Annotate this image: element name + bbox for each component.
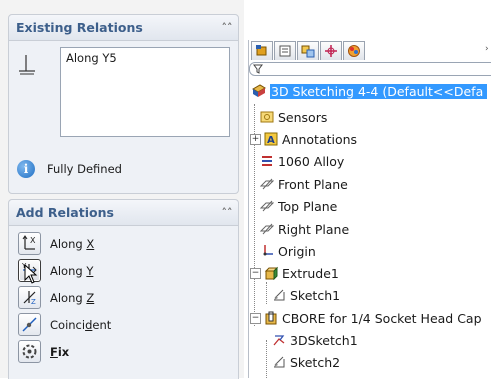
part-icon [251, 83, 267, 99]
manager-tabs [251, 41, 366, 61]
existing-relations-list[interactable]: Along Y5 [60, 47, 230, 137]
relation-icon [17, 53, 37, 75]
add-relations-title: Add Relations [16, 205, 114, 220]
collapse-tree-icon[interactable]: − [250, 267, 261, 279]
tree-item-label: Annotations [282, 131, 358, 147]
tree-item-front-plane[interactable]: Front Plane [259, 174, 348, 194]
coincident-label: Coincident [50, 317, 112, 332]
along-x-label: Along X [50, 236, 95, 251]
coincident-icon[interactable] [18, 313, 41, 336]
svg-text:Z: Z [31, 298, 36, 306]
existing-relations-title: Existing Relations [16, 20, 143, 35]
tree-item-label: 3DSketch1 [290, 332, 358, 348]
info-icon: i [17, 160, 35, 178]
display-manager-tab[interactable] [343, 41, 365, 60]
tree-item-label: Sketch1 [290, 287, 341, 303]
configuration-icon [301, 45, 315, 58]
coincident-option[interactable]: Coincident [18, 313, 111, 336]
collapse-icon[interactable]: ˄˄ [216, 206, 238, 219]
filter-icon [253, 64, 263, 74]
feature-manager-tab[interactable] [251, 41, 273, 60]
property-manager-tab[interactable] [274, 41, 296, 60]
plane-icon [259, 176, 275, 192]
along-z-icon[interactable]: Z [18, 286, 41, 309]
tree-item-sketch1[interactable]: Sketch1 [271, 285, 340, 305]
existing-relations-group: Existing Relations ˄˄ Along Y5 i Fully D… [8, 14, 239, 194]
root-label: 3D Sketching 4-4 (Default<<Defa [270, 83, 488, 99]
plane-icon [259, 221, 275, 237]
along-z-label: Along Z [50, 290, 95, 305]
collapse-tree-icon[interactable]: − [250, 312, 261, 324]
collapse-icon[interactable]: ˄˄ [216, 21, 238, 34]
sensors-icon [259, 109, 275, 125]
tree-item-cbore[interactable]: − CBORE for 1/4 Socket Head Cap [250, 308, 482, 328]
tree-item-origin[interactable]: Origin [259, 241, 316, 261]
sketch-icon [271, 354, 287, 370]
tree-item-sensors[interactable]: Sensors [259, 107, 327, 127]
mouse-cursor-icon [24, 264, 38, 284]
status-row: i Fully Defined [17, 160, 122, 178]
dimxpert-icon [325, 45, 337, 57]
add-relations-group: Add Relations ˄˄ X Along X Y Along Y Z A… [8, 199, 239, 379]
along-y-label: Along Y [50, 263, 94, 278]
origin-icon [259, 243, 275, 259]
dimxpert-tab[interactable] [320, 41, 342, 60]
tree-connector [266, 340, 267, 378]
svg-text:A: A [267, 135, 275, 146]
fix-icon[interactable] [18, 340, 41, 363]
tree-item-label: Origin [278, 243, 316, 259]
fix-option[interactable]: Fix [18, 340, 69, 363]
fix-label: Fix [50, 344, 70, 359]
plane-icon [259, 198, 275, 214]
relation-item[interactable]: Along Y5 [66, 51, 224, 65]
sketch-icon [271, 287, 287, 303]
tree-item-3dsketch1[interactable]: 3DSketch1 [271, 330, 358, 350]
material-icon [259, 153, 275, 169]
svg-text:X: X [30, 236, 36, 245]
feature-manager-tree: › 3D Sketching 4-4 (Default<<Defa Sensor… [248, 40, 491, 378]
tree-item-material[interactable]: 1060 Alloy [259, 151, 344, 171]
display-manager-icon [348, 45, 360, 57]
along-x-icon[interactable]: X [18, 232, 41, 255]
add-relations-header[interactable]: Add Relations ˄˄ [9, 200, 238, 226]
tree-item-right-plane[interactable]: Right Plane [259, 219, 349, 239]
tree-item-label: Extrude1 [282, 265, 339, 281]
tree-item-extrude1[interactable]: − Extrude1 [250, 263, 339, 283]
tree-item-label: 1060 Alloy [278, 153, 345, 169]
tree-item-annotations[interactable]: + A Annotations [250, 129, 357, 149]
feature-manager-icon [256, 45, 267, 56]
property-manager-icon [279, 45, 291, 57]
extrude-icon [263, 265, 279, 281]
tree-item-label: Top Plane [278, 198, 338, 214]
tree-item-sketch2[interactable]: Sketch2 [271, 352, 340, 372]
configuration-manager-tab[interactable] [297, 41, 319, 60]
along-z-option[interactable]: Z Along Z [18, 286, 94, 309]
tree-root[interactable]: 3D Sketching 4-4 (Default<<Defa [251, 81, 488, 101]
tree-item-top-plane[interactable]: Top Plane [259, 196, 337, 216]
3dsketch-icon [271, 332, 287, 348]
tree-item-label: Front Plane [278, 176, 348, 192]
tree-connector [266, 282, 267, 304]
tree-item-label: Sensors [278, 109, 328, 125]
hole-icon [263, 310, 279, 326]
status-text: Fully Defined [47, 162, 122, 176]
tree-item-label: CBORE for 1/4 Socket Head Cap [282, 310, 482, 326]
along-x-option[interactable]: X Along X [18, 232, 94, 255]
tree-item-label: Sketch2 [290, 354, 341, 370]
annotations-icon: A [263, 131, 279, 147]
expand-icon[interactable]: + [250, 133, 261, 145]
existing-relations-header[interactable]: Existing Relations ˄˄ [9, 15, 238, 41]
tree-filter-input[interactable] [249, 62, 491, 76]
tree-item-label: Right Plane [278, 221, 350, 237]
more-tabs-icon[interactable]: › [485, 44, 489, 54]
property-manager: Existing Relations ˄˄ Along Y5 i Fully D… [0, 0, 244, 379]
